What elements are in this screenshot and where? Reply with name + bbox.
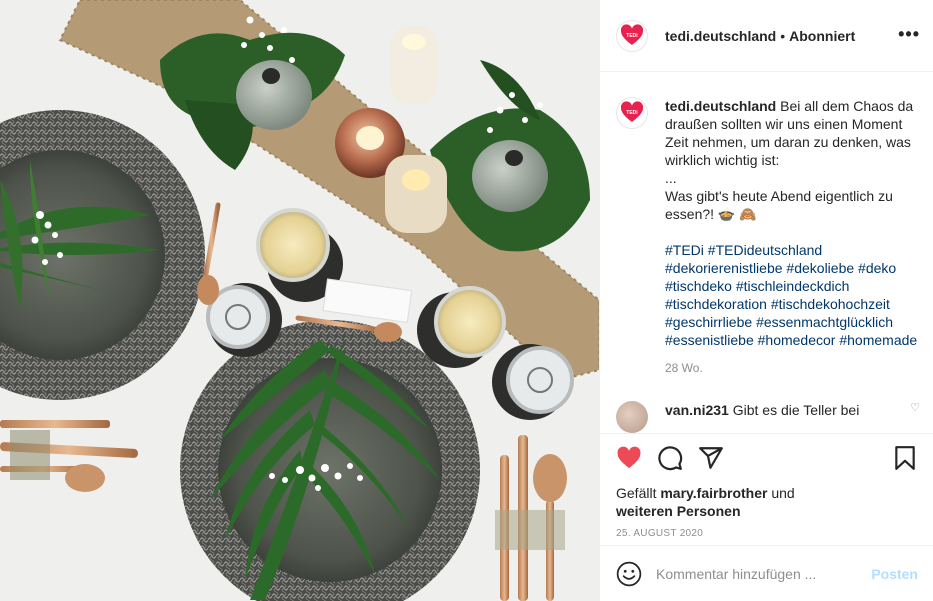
caption-question: Was gibt's heute Abend eigentlich zu ess… <box>665 188 893 222</box>
hashtag-link[interactable]: #essenistliebe <box>665 332 754 348</box>
hashtag-link[interactable]: #tischdekohochzeit <box>771 296 890 312</box>
post-age: 28 Wo. <box>665 361 703 375</box>
water-glass-2 <box>506 346 574 414</box>
hashtag-link[interactable]: #tischdeko <box>665 278 732 294</box>
comment-username[interactable]: van.ni231 <box>665 402 729 418</box>
comment-icon[interactable] <box>657 445 683 471</box>
table-setting-photo <box>0 0 599 601</box>
hashtag-link[interactable]: #TEDi <box>665 242 704 258</box>
hashtag-link[interactable]: #tischdekoration <box>665 296 767 312</box>
action-bar <box>616 434 918 482</box>
other-likers-link[interactable]: weiteren Personen <box>616 503 741 519</box>
post-comment-button[interactable]: Posten <box>871 566 918 582</box>
separator-dot: • <box>780 27 786 44</box>
hashtag-link[interactable]: #TEDideutschland <box>708 242 822 258</box>
likes-prefix: Gefällt <box>616 485 661 501</box>
commenter-avatar[interactable] <box>616 401 648 433</box>
bookmark-icon[interactable] <box>892 445 918 471</box>
hashtag-link[interactable]: #dekorierenistliebe <box>665 260 783 276</box>
hashtag-link[interactable]: #geschirrliebe <box>665 314 752 330</box>
more-options-icon[interactable]: ••• <box>898 24 920 45</box>
hashtag-link[interactable]: #dekoliebe <box>786 260 854 276</box>
comment-input[interactable] <box>656 565 872 582</box>
hashtag-link[interactable]: #tischleindeckdich <box>736 278 850 294</box>
post-image[interactable] <box>0 0 599 601</box>
hashtag-link[interactable]: #homedecor <box>758 332 836 348</box>
hashtag-link[interactable]: #essenmachtglücklich <box>756 314 893 330</box>
emoji-icon[interactable] <box>616 561 642 587</box>
comment-text: Gibt es die Teller bei <box>728 402 860 418</box>
share-icon[interactable] <box>698 445 724 471</box>
follow-status-button[interactable]: Abonniert <box>789 28 855 44</box>
glitter-candle <box>385 155 447 233</box>
wine-glass-1 <box>256 208 330 282</box>
caption: TEDi tedi.deutschland Bei all dem Chaos … <box>616 97 920 377</box>
hashtag-link[interactable]: #homemade <box>839 332 917 348</box>
avatar[interactable]: TEDi <box>616 19 648 52</box>
header-username[interactable]: tedi.deutschland <box>665 28 776 44</box>
post-side-panel: TEDi tedi.deutschland • Abonniert ••• TE… <box>599 0 933 601</box>
heart-icon[interactable] <box>616 445 642 471</box>
caption-username[interactable]: tedi.deutschland <box>665 98 776 114</box>
comment-like-icon[interactable]: ♡ <box>910 401 920 414</box>
hashtag-list: #TEDi #TEDideutschland #dekorierenistlie… <box>665 241 920 349</box>
post-date: 25. AUGUST 2020 <box>616 528 704 539</box>
likes-summary: Gefällt mary.fairbrother und weiteren Pe… <box>616 484 918 520</box>
tedi-heart-logo: TEDi <box>620 23 644 45</box>
likes-middle: und <box>767 485 795 501</box>
post-actions: Gefällt mary.fairbrother und weiteren Pe… <box>600 433 933 545</box>
svg-text:TEDi: TEDi <box>626 33 638 39</box>
hashtag-link[interactable]: #deko <box>858 260 896 276</box>
svg-text:TEDi: TEDi <box>626 110 638 116</box>
post-header: TEDi tedi.deutschland • Abonniert ••• <box>600 0 933 72</box>
vase-right <box>472 140 548 212</box>
add-comment-bar: Posten <box>600 545 933 601</box>
liker-username[interactable]: mary.fairbrother <box>660 485 767 501</box>
comment: van.ni231 Gibt es die Teller bei ♡ <box>616 401 920 433</box>
tedi-heart-logo: TEDi <box>620 101 644 122</box>
comments-section[interactable]: TEDi tedi.deutschland Bei all dem Chaos … <box>600 73 933 433</box>
caption-avatar[interactable]: TEDi <box>616 97 648 129</box>
wine-glass-2 <box>434 286 506 358</box>
caption-ellipsis: ... <box>665 170 677 186</box>
